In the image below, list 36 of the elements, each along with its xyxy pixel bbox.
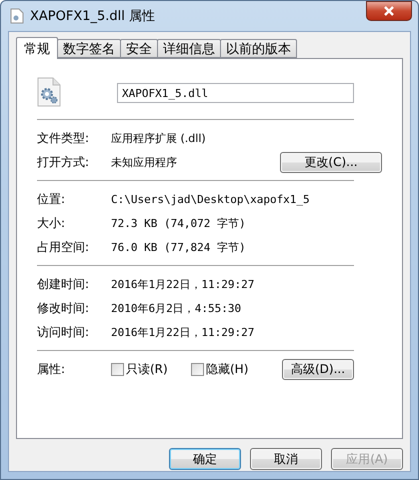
field-value: 2010年6月2日，4:55:30 xyxy=(111,300,242,316)
field-label: 修改时间: xyxy=(37,300,90,316)
field-label: 大小: xyxy=(37,214,66,232)
field-value: C:\Users\jad\Desktop\xapofx1_5 xyxy=(111,192,310,206)
field-label: 占用空间: xyxy=(37,238,90,256)
field-label: 文件类型: xyxy=(37,130,90,146)
document-icon xyxy=(10,8,24,24)
advanced-button[interactable]: 高级(D)... xyxy=(282,358,354,380)
field-value: 76.0 KB (77,824 字节) xyxy=(111,240,246,254)
field-value: 应用程序扩展 (.dll) xyxy=(111,130,206,146)
tab[interactable]: 以前的版本 xyxy=(220,39,297,58)
field-label: 访问时间: xyxy=(37,324,90,340)
tab[interactable]: 安全 xyxy=(120,39,158,58)
field-label: 属性: xyxy=(37,360,66,378)
field-label: 创建时间: xyxy=(37,276,90,292)
checkbox[interactable] xyxy=(191,362,204,376)
field-value: 72.3 KB (74,072 字节) xyxy=(111,216,246,230)
close-button[interactable] xyxy=(366,1,412,21)
checkbox-label: 只读(R) xyxy=(126,360,168,378)
tab[interactable]: 常规 xyxy=(16,37,58,59)
file-name-field[interactable]: XAPOFX1_5.dll xyxy=(117,83,354,103)
field-value: 未知应用程序 xyxy=(111,154,178,170)
field-label: 打开方式: xyxy=(37,154,90,170)
dialog-button[interactable]: 取消 xyxy=(250,448,322,470)
checkbox-label: 隐藏(H) xyxy=(206,360,248,378)
checkbox[interactable] xyxy=(111,362,124,376)
field-value: 2016年1月22日，11:29:27 xyxy=(111,324,254,340)
tab[interactable]: 详细信息 xyxy=(157,39,221,58)
gear-file-icon xyxy=(37,76,61,106)
close-icon xyxy=(383,6,395,16)
field-label: 位置: xyxy=(37,190,66,208)
field-value: 2016年1月22日，11:29:27 xyxy=(111,276,254,292)
window-title: XAPOFX1_5.dll 属性 xyxy=(30,8,156,25)
change-button[interactable]: 更改(C)... xyxy=(280,152,382,172)
tab[interactable]: 数字签名 xyxy=(57,39,121,58)
dialog-button[interactable]: 确定 xyxy=(169,448,241,470)
